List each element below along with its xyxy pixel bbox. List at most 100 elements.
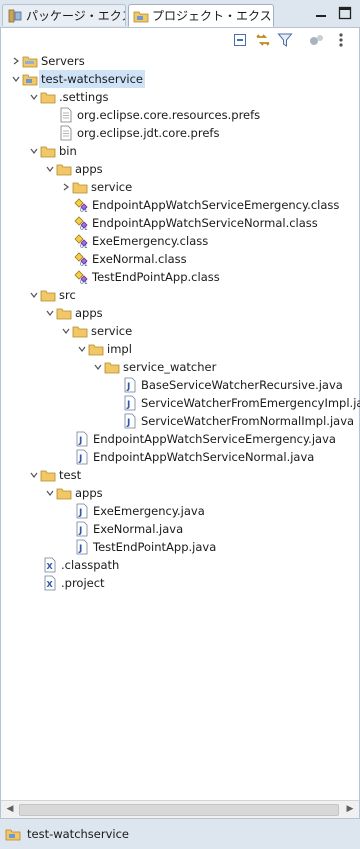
package-explorer-icon: [8, 9, 22, 22]
chevron-down-icon[interactable]: [28, 469, 40, 481]
chevron-down-icon[interactable]: [28, 145, 40, 157]
tree-item-label: BaseServiceWatcherRecursive.java: [141, 378, 343, 392]
tree-item[interactable]: 01 EndpointAppWatchServiceEmergency.clas…: [73, 196, 339, 214]
project-icon: [22, 74, 38, 86]
tree-item[interactable]: Servers: [10, 52, 85, 70]
tree-item[interactable]: J EndpointAppWatchServiceEmergency.java: [74, 430, 336, 448]
chevron-right-icon[interactable]: [60, 181, 72, 193]
view-toolbar: [0, 28, 360, 52]
tree-item[interactable]: X .project: [42, 574, 105, 592]
tree-item-label: ExeEmergency.class: [92, 234, 209, 248]
tree-item[interactable]: J ExeNormal.java: [74, 520, 183, 538]
chevron-down-icon[interactable]: [44, 307, 56, 319]
tree-item[interactable]: J ExeEmergency.java: [74, 502, 205, 520]
focus-icon[interactable]: [309, 32, 325, 48]
chevron-down-icon[interactable]: [28, 289, 40, 301]
folder-icon: [22, 56, 38, 68]
folder-icon: [40, 92, 56, 104]
tree-item[interactable]: apps: [44, 484, 103, 502]
java-file-icon: J: [76, 449, 88, 465]
folder-icon: [40, 470, 56, 482]
tree-item[interactable]: bin: [28, 142, 77, 160]
minimize-icon[interactable]: [314, 6, 328, 20]
tree-item[interactable]: 01 TestEndPointApp.class: [73, 268, 220, 286]
horizontal-scrollbar[interactable]: ◀ ▶: [1, 800, 359, 818]
chevron-down-icon[interactable]: [76, 343, 88, 355]
chevron-right-icon[interactable]: [10, 55, 22, 67]
view-menu-icon[interactable]: [333, 32, 349, 48]
status-label: test-watchservice: [27, 827, 130, 841]
chevron-down-icon[interactable]: [60, 325, 72, 337]
tree-item[interactable]: J ServiceWatcherFromEmergencyImpl.java: [122, 394, 360, 412]
java-file-icon: J: [124, 413, 136, 429]
tree-item[interactable]: J EndpointAppWatchServiceNormal.java: [74, 448, 314, 466]
svg-text:J: J: [78, 454, 82, 464]
chevron-down-icon[interactable]: [28, 91, 40, 103]
filter-icon[interactable]: [277, 32, 293, 48]
svg-text:J: J: [78, 508, 82, 518]
tree-item[interactable]: 01 ExeEmergency.class: [73, 232, 208, 250]
tree-item-label: service_watcher: [123, 360, 217, 374]
folder-icon: [72, 326, 88, 338]
svg-text:01: 01: [80, 207, 88, 213]
svg-text:X: X: [47, 580, 54, 589]
project-tree: Servers test-watchservice .settings org.…: [0, 52, 360, 818]
tree-item-label: TestEndPointApp.java: [93, 540, 217, 554]
tree-item-label: ServiceWatcherFromEmergencyImpl.java: [141, 396, 360, 410]
text-file-icon: [60, 125, 72, 141]
tree-item-label: org.eclipse.core.resources.prefs: [77, 108, 261, 122]
tree-item-label: org.eclipse.jdt.core.prefs: [77, 126, 220, 140]
tree-item[interactable]: test-watchservice: [10, 70, 146, 88]
tree-item[interactable]: test: [28, 466, 81, 484]
tree-item-label: EndpointAppWatchServiceEmergency.class: [92, 198, 340, 212]
tab-project-explorer[interactable]: プロジェクト・エクスプ ✕: [128, 4, 274, 27]
tree-item[interactable]: service: [60, 178, 132, 196]
tree-item[interactable]: J TestEndPointApp.java: [74, 538, 216, 556]
tree-item-label: service: [91, 324, 133, 338]
svg-text:01: 01: [80, 261, 88, 267]
tree-item[interactable]: X .classpath: [42, 556, 119, 574]
tree-item[interactable]: apps: [44, 304, 103, 322]
scroll-left-icon[interactable]: ◀: [3, 803, 17, 816]
link-with-editor-icon[interactable]: [255, 32, 271, 48]
tab-project-explorer-label: プロジェクト・エクスプ: [152, 9, 274, 23]
tree-item[interactable]: 01 EndpointAppWatchServiceNormal.class: [73, 214, 318, 232]
tree-item[interactable]: impl: [76, 340, 132, 358]
tab-package-explorer[interactable]: パッケージ・エクスプロ: [2, 4, 126, 26]
tree-item[interactable]: J ServiceWatcherFromNormalImpl.java: [122, 412, 354, 430]
svg-text:01: 01: [80, 243, 88, 249]
chevron-down-icon[interactable]: [10, 73, 22, 85]
tree-item-label: EndpointAppWatchServiceNormal.java: [93, 450, 315, 464]
tree-item[interactable]: service: [60, 322, 132, 340]
tree-item-label: test-watchservice: [39, 70, 146, 88]
class-file-icon: 01: [74, 216, 88, 231]
java-file-icon: J: [76, 431, 88, 447]
tree-item[interactable]: src: [28, 286, 76, 304]
scrollbar-thumb[interactable]: [19, 804, 339, 816]
tab-package-explorer-label: パッケージ・エクスプロ: [26, 9, 125, 23]
folder-icon: [56, 164, 72, 176]
chevron-down-icon[interactable]: [44, 487, 56, 499]
maximize-icon[interactable]: [338, 6, 352, 20]
tree-item[interactable]: J BaseServiceWatcherRecursive.java: [122, 376, 343, 394]
xml-file-icon: X: [44, 557, 56, 573]
tree-item[interactable]: org.eclipse.jdt.core.prefs: [58, 124, 219, 142]
tree-item[interactable]: service_watcher: [92, 358, 216, 376]
chevron-down-icon[interactable]: [92, 361, 104, 373]
folder-icon: [40, 146, 56, 158]
tree-item-label: EndpointAppWatchServiceEmergency.java: [93, 432, 336, 446]
tree-item[interactable]: .settings: [28, 88, 109, 106]
chevron-down-icon[interactable]: [44, 163, 56, 175]
tree-item[interactable]: 01 ExeNormal.class: [73, 250, 187, 268]
project-icon: [5, 829, 21, 841]
tree-item-label: .settings: [59, 90, 109, 104]
folder-icon: [40, 290, 56, 302]
tree-item-label: EndpointAppWatchServiceNormal.class: [92, 216, 318, 230]
tree-item-label: apps: [75, 486, 103, 500]
tree-item[interactable]: apps: [44, 160, 103, 178]
scroll-right-icon[interactable]: ▶: [343, 803, 357, 816]
svg-text:J: J: [126, 400, 130, 410]
tree-item[interactable]: org.eclipse.core.resources.prefs: [58, 106, 260, 124]
collapse-all-icon[interactable]: [232, 32, 248, 48]
tree-item-label: apps: [75, 162, 103, 176]
